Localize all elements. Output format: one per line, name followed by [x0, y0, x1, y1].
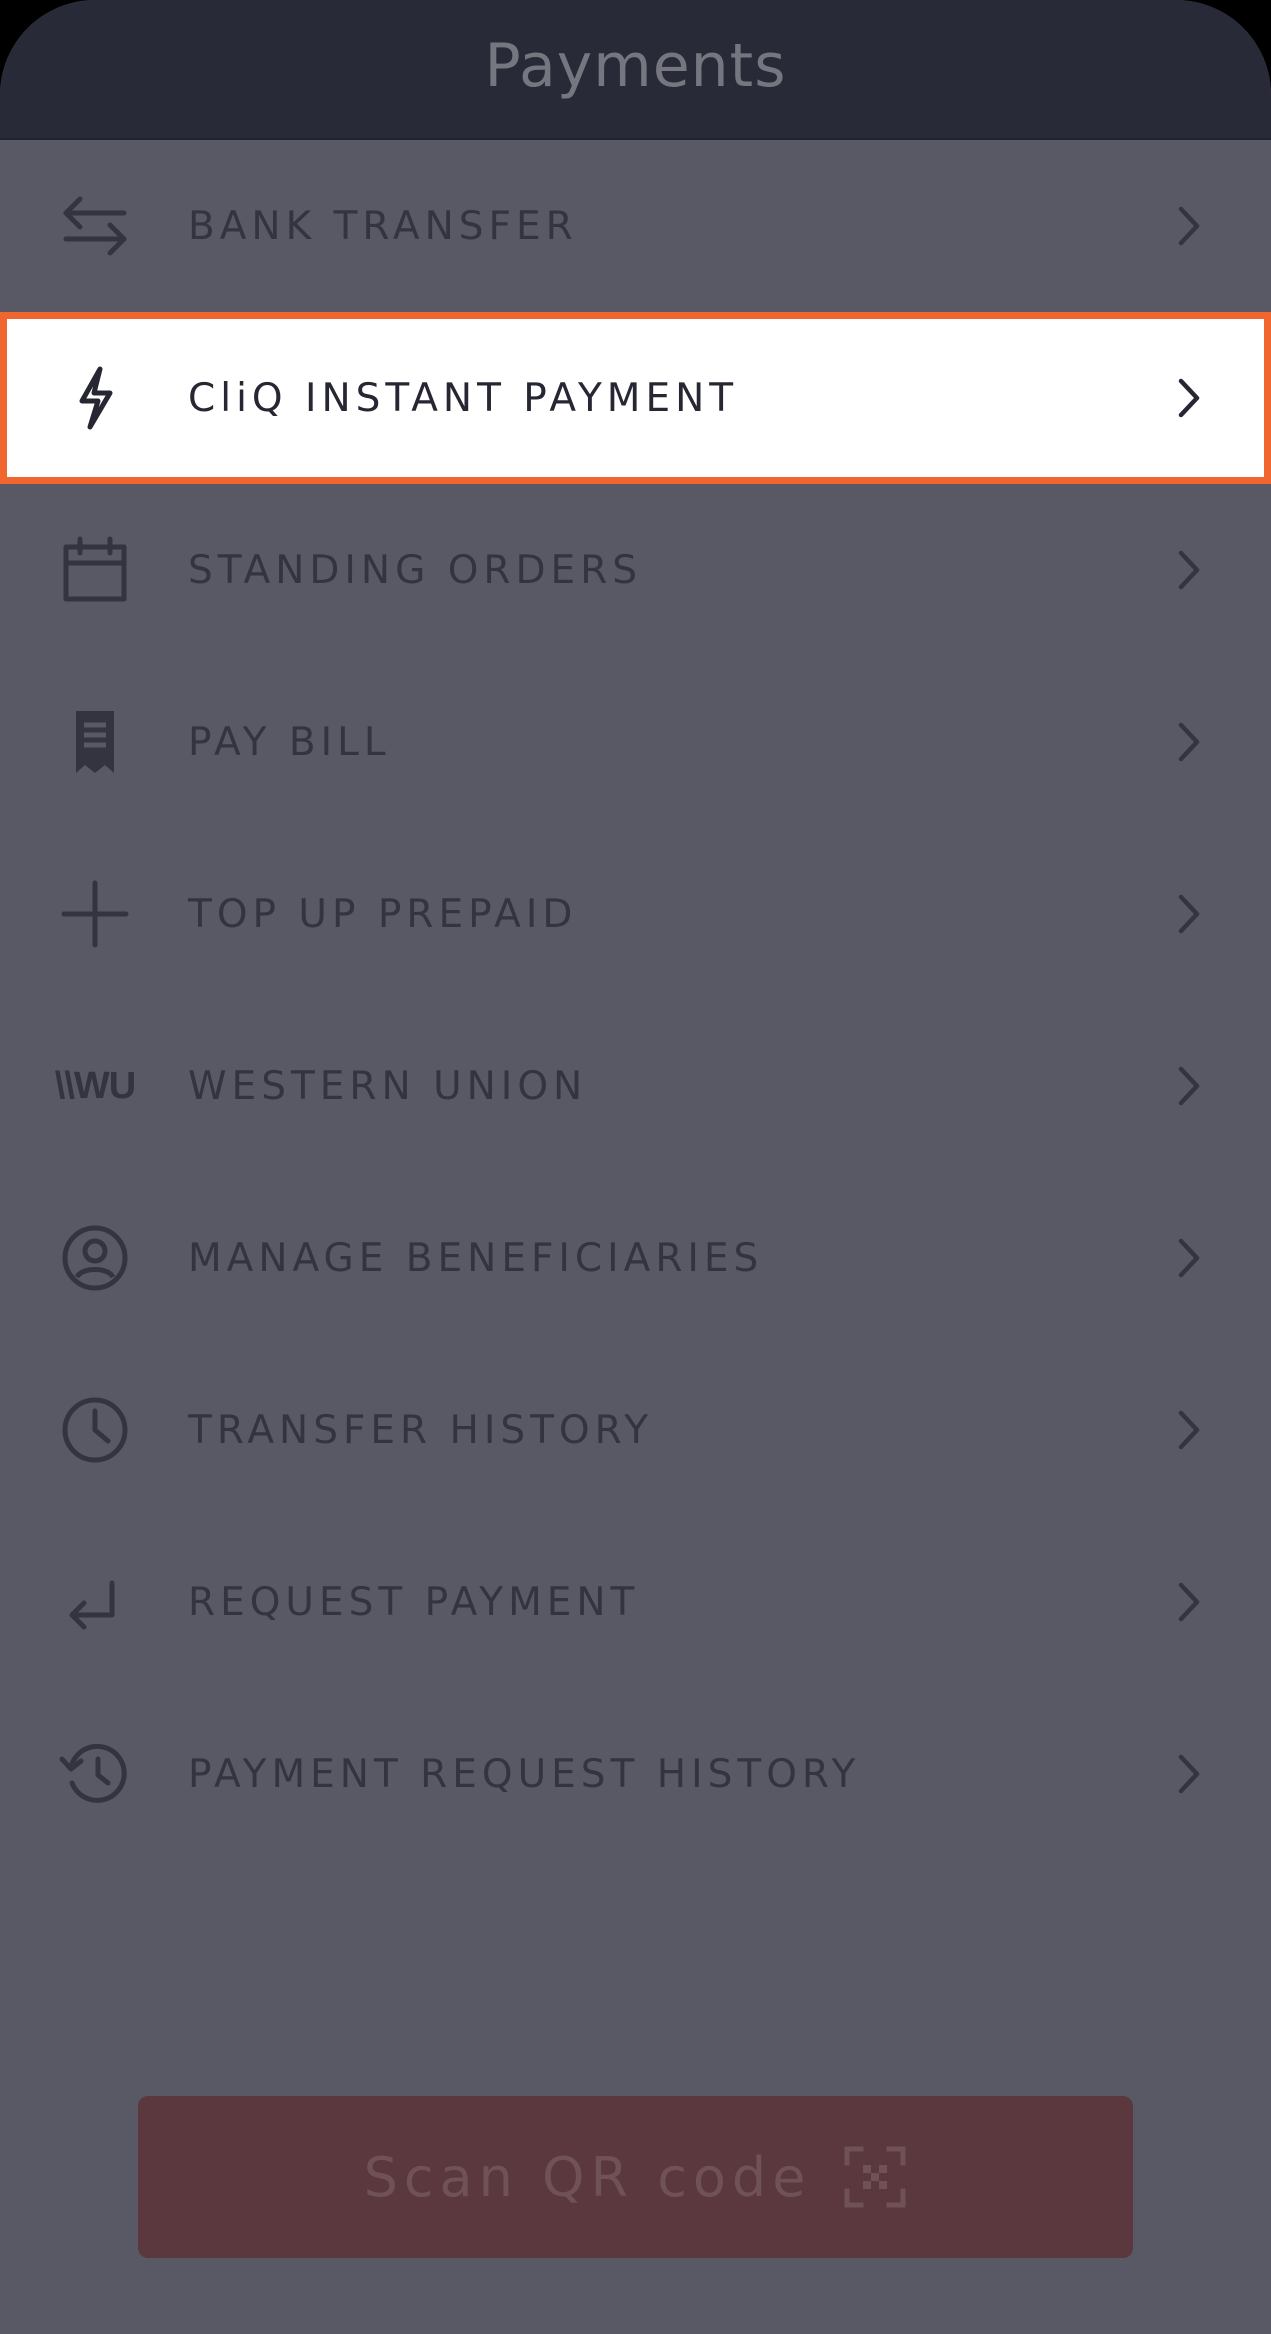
chevron-right-icon	[1169, 373, 1209, 423]
chevron-right-icon	[1169, 1577, 1209, 1627]
lightning-icon	[58, 361, 132, 435]
payments-screen: Payments BANK TRANSFER CliQ INSTANT PAYM…	[0, 0, 1271, 2334]
menu-item-label: MANAGE BENEFICIARIES	[188, 1235, 764, 1281]
clock-icon	[58, 1393, 132, 1467]
return-arrow-icon	[58, 1565, 132, 1639]
chevron-right-icon	[1169, 1749, 1209, 1799]
chevron-right-icon	[1169, 1405, 1209, 1455]
menu-item-label: WESTERN UNION	[188, 1063, 588, 1109]
menu-item-bank-transfer[interactable]: BANK TRANSFER	[0, 140, 1271, 312]
qr-scan-icon	[843, 2145, 907, 2209]
receipt-icon	[58, 705, 132, 779]
page-title: Payments	[484, 31, 787, 101]
transfer-arrows-icon	[58, 189, 132, 263]
menu-item-transfer-history[interactable]: TRANSFER HISTORY	[0, 1344, 1271, 1516]
header: Payments	[0, 0, 1271, 140]
chevron-right-icon	[1169, 1233, 1209, 1283]
menu-item-standing-orders[interactable]: STANDING ORDERS	[0, 484, 1271, 656]
menu-item-label: PAYMENT REQUEST HISTORY	[188, 1751, 861, 1797]
menu-item-top-up-prepaid[interactable]: TOP UP PREPAID	[0, 828, 1271, 1000]
history-icon	[58, 1737, 132, 1811]
menu-item-request-payment[interactable]: REQUEST PAYMENT	[0, 1516, 1271, 1688]
calendar-icon	[58, 533, 132, 607]
plus-icon	[58, 877, 132, 951]
chevron-right-icon	[1169, 889, 1209, 939]
menu-item-label: STANDING ORDERS	[188, 547, 643, 593]
user-circle-icon	[58, 1221, 132, 1295]
chevron-right-icon	[1169, 1061, 1209, 1111]
menu-item-label: BANK TRANSFER	[188, 203, 578, 249]
chevron-right-icon	[1169, 717, 1209, 767]
menu-item-label: TOP UP PREPAID	[188, 891, 578, 937]
menu-item-label: PAY BILL	[188, 719, 391, 765]
chevron-right-icon	[1169, 201, 1209, 251]
menu-item-label: TRANSFER HISTORY	[188, 1407, 654, 1453]
scan-qr-code-label: Scan QR code	[363, 2145, 812, 2209]
menu-item-cliq-instant-payment[interactable]: CliQ INSTANT PAYMENT	[0, 312, 1271, 484]
menu-item-payment-request-history[interactable]: PAYMENT REQUEST HISTORY	[0, 1688, 1271, 1860]
menu-item-western-union[interactable]: \\WU WESTERN UNION	[0, 1000, 1271, 1172]
menu-item-label: REQUEST PAYMENT	[188, 1579, 640, 1625]
scan-qr-code-button[interactable]: Scan QR code	[138, 2096, 1133, 2258]
menu-item-label: CliQ INSTANT PAYMENT	[188, 375, 739, 421]
payments-menu: BANK TRANSFER CliQ INSTANT PAYMENT STAND…	[0, 140, 1271, 1860]
menu-item-pay-bill[interactable]: PAY BILL	[0, 656, 1271, 828]
chevron-right-icon	[1169, 545, 1209, 595]
menu-item-manage-beneficiaries[interactable]: MANAGE BENEFICIARIES	[0, 1172, 1271, 1344]
western-union-logo-icon: \\WU	[54, 1064, 136, 1107]
